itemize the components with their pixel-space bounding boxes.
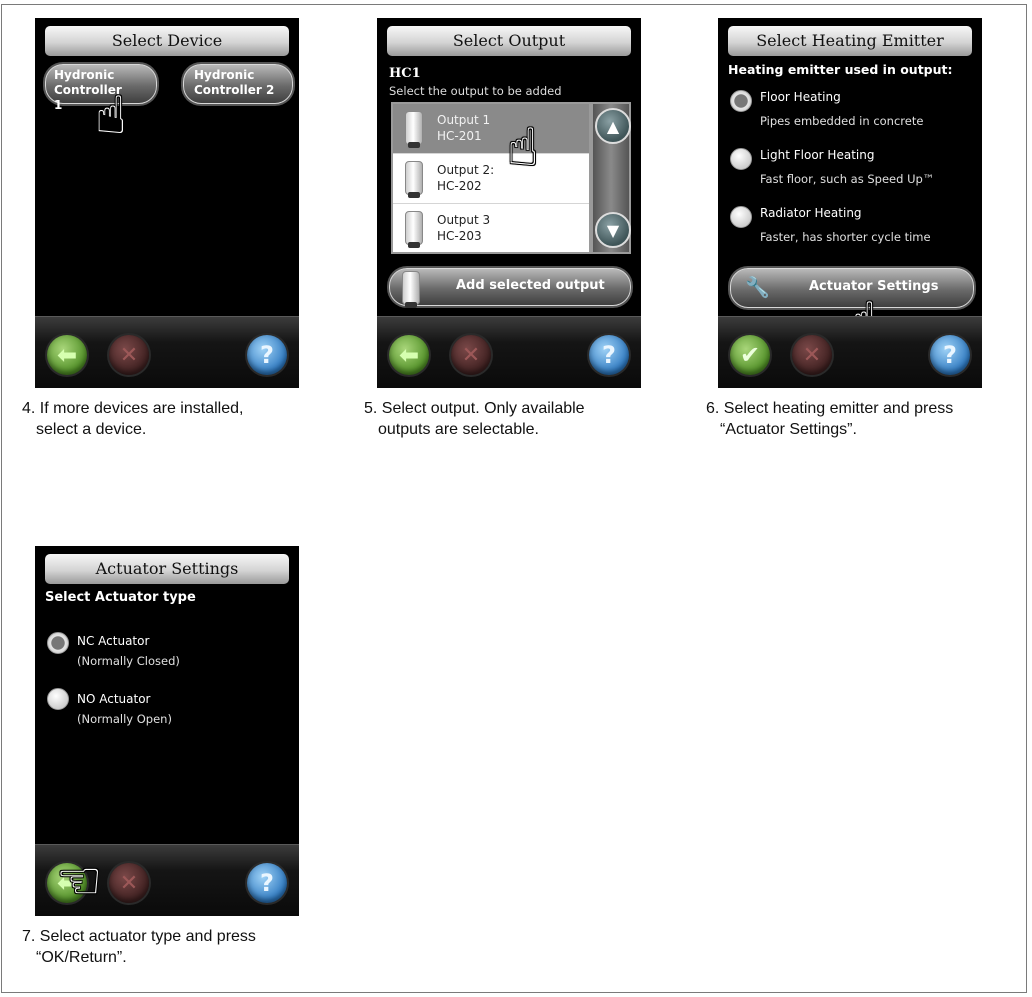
output-code: HC-201: [437, 129, 482, 143]
ok-check-icon[interactable]: ✔: [730, 335, 770, 375]
caption-line: 5. Select output. Only available: [364, 400, 585, 417]
radio-radiator-heating[interactable]: [730, 206, 752, 228]
caption-line: select a device.: [36, 421, 147, 438]
output-label: Output 2:: [437, 163, 495, 177]
nav-bar: ✔ ✕ ?: [718, 316, 982, 388]
option-title: Light Floor Heating: [760, 148, 875, 162]
output-list: Output 1 HC-201 Output 2: HC-202 Output 3 H…: [391, 102, 591, 254]
help-question-icon[interactable]: ?: [247, 335, 287, 375]
output-code: HC-202: [437, 179, 482, 193]
emitter-header: Heating emitter used in output:: [728, 62, 953, 77]
nav-bar: ⬅ ✕ ?: [35, 316, 299, 388]
screen-title: Select Device: [45, 26, 289, 56]
caption-line: 4. If more devices are installed,: [22, 400, 244, 417]
radio-no-actuator[interactable]: [47, 688, 69, 710]
caption-line: outputs are selectable.: [378, 421, 539, 438]
device-button-2[interactable]: Hydronic Controller 2: [183, 64, 293, 104]
actuator-icon: [405, 161, 423, 198]
output-label: Output 1: [437, 113, 491, 127]
caption-line: “OK/Return”.: [36, 949, 127, 966]
option-subtitle: Fast floor, such as Speed Up™: [760, 172, 935, 186]
output-code: HC-203: [437, 229, 482, 243]
radio-floor-heating[interactable]: [730, 90, 752, 112]
cancel-x-icon[interactable]: ✕: [109, 335, 149, 375]
screen-select-emitter: Select Heating Emitter Heating emitter u…: [718, 18, 982, 388]
option-subtitle: Pipes embedded in concrete: [760, 114, 924, 128]
help-question-icon[interactable]: ?: [930, 335, 970, 375]
output-label: Output 3: [437, 213, 491, 227]
help-question-icon[interactable]: ?: [247, 863, 287, 903]
caption-step-4: 4. If more devices are installed, select…: [22, 398, 322, 440]
output-header: HC1: [389, 66, 421, 81]
help-question-icon[interactable]: ?: [589, 335, 629, 375]
cancel-x-icon[interactable]: ✕: [109, 863, 149, 903]
option-subtitle: Faster, has shorter cycle time: [760, 230, 931, 244]
screen-title: Actuator Settings: [45, 554, 289, 584]
screen-title: Select Output: [387, 26, 631, 56]
add-output-label: Add selected output: [456, 278, 605, 293]
back-arrow-icon[interactable]: ⬅: [389, 335, 429, 375]
option-title: NC Actuator: [77, 634, 150, 648]
pointing-hand-icon: ☝: [507, 118, 539, 178]
back-arrow-icon[interactable]: ⬅: [47, 335, 87, 375]
caption-line: 7. Select actuator type and press: [22, 928, 256, 945]
option-title: Floor Heating: [760, 90, 841, 104]
scroll-up-icon[interactable]: ▲: [595, 108, 631, 144]
option-subtitle: (Normally Open): [77, 712, 172, 726]
screen-select-output: Select Output HC1 Select the output to b…: [377, 18, 641, 388]
screen-actuator-settings: Actuator Settings Select Actuator type N…: [35, 546, 299, 916]
radio-light-floor-heating[interactable]: [730, 148, 752, 170]
nav-bar: ⬅ ✕ ? ☝: [35, 844, 299, 916]
pointing-hand-icon: ☝: [95, 86, 127, 146]
caption-line: 6. Select heating emitter and press: [706, 400, 954, 417]
device-button-label: Hydronic Controller 2: [194, 68, 275, 97]
pointing-hand-icon: ☝: [50, 865, 111, 897]
list-item[interactable]: Output 1 HC-201: [393, 104, 589, 154]
add-output-button[interactable]: Add selected output: [389, 268, 631, 308]
caption-step-6: 6. Select heating emitter and press “Act…: [706, 398, 1006, 440]
caption-step-5: 5. Select output. Only available outputs…: [364, 398, 664, 440]
scroll-down-icon[interactable]: ▼: [595, 212, 631, 248]
option-title: NO Actuator: [77, 692, 151, 706]
add-actuator-icon: [402, 271, 420, 308]
option-title: Radiator Heating: [760, 206, 862, 220]
cancel-x-icon[interactable]: ✕: [451, 335, 491, 375]
nav-bar: ⬅ ✕ ?: [377, 316, 641, 388]
actuator-header: Select Actuator type: [45, 590, 196, 605]
caption-step-7: 7. Select actuator type and press “OK/Re…: [22, 926, 322, 968]
actuator-icon: [405, 111, 423, 148]
radio-nc-actuator[interactable]: [47, 632, 69, 654]
caption-line: “Actuator Settings”.: [720, 421, 857, 438]
screen-title: Select Heating Emitter: [728, 26, 972, 56]
list-item[interactable]: Output 3 HC-203: [393, 204, 589, 253]
option-subtitle: (Normally Closed): [77, 654, 180, 668]
wrench-icon: 🔧: [745, 275, 770, 299]
screen-select-device: Select Device Hydronic Controller 1 Hydr…: [35, 18, 299, 388]
scrollbar[interactable]: ▲ ▼: [591, 102, 631, 254]
list-item[interactable]: Output 2: HC-202: [393, 154, 589, 204]
cancel-x-icon[interactable]: ✕: [792, 335, 832, 375]
actuator-icon: [405, 211, 423, 248]
output-subheader: Select the output to be added: [389, 84, 562, 98]
